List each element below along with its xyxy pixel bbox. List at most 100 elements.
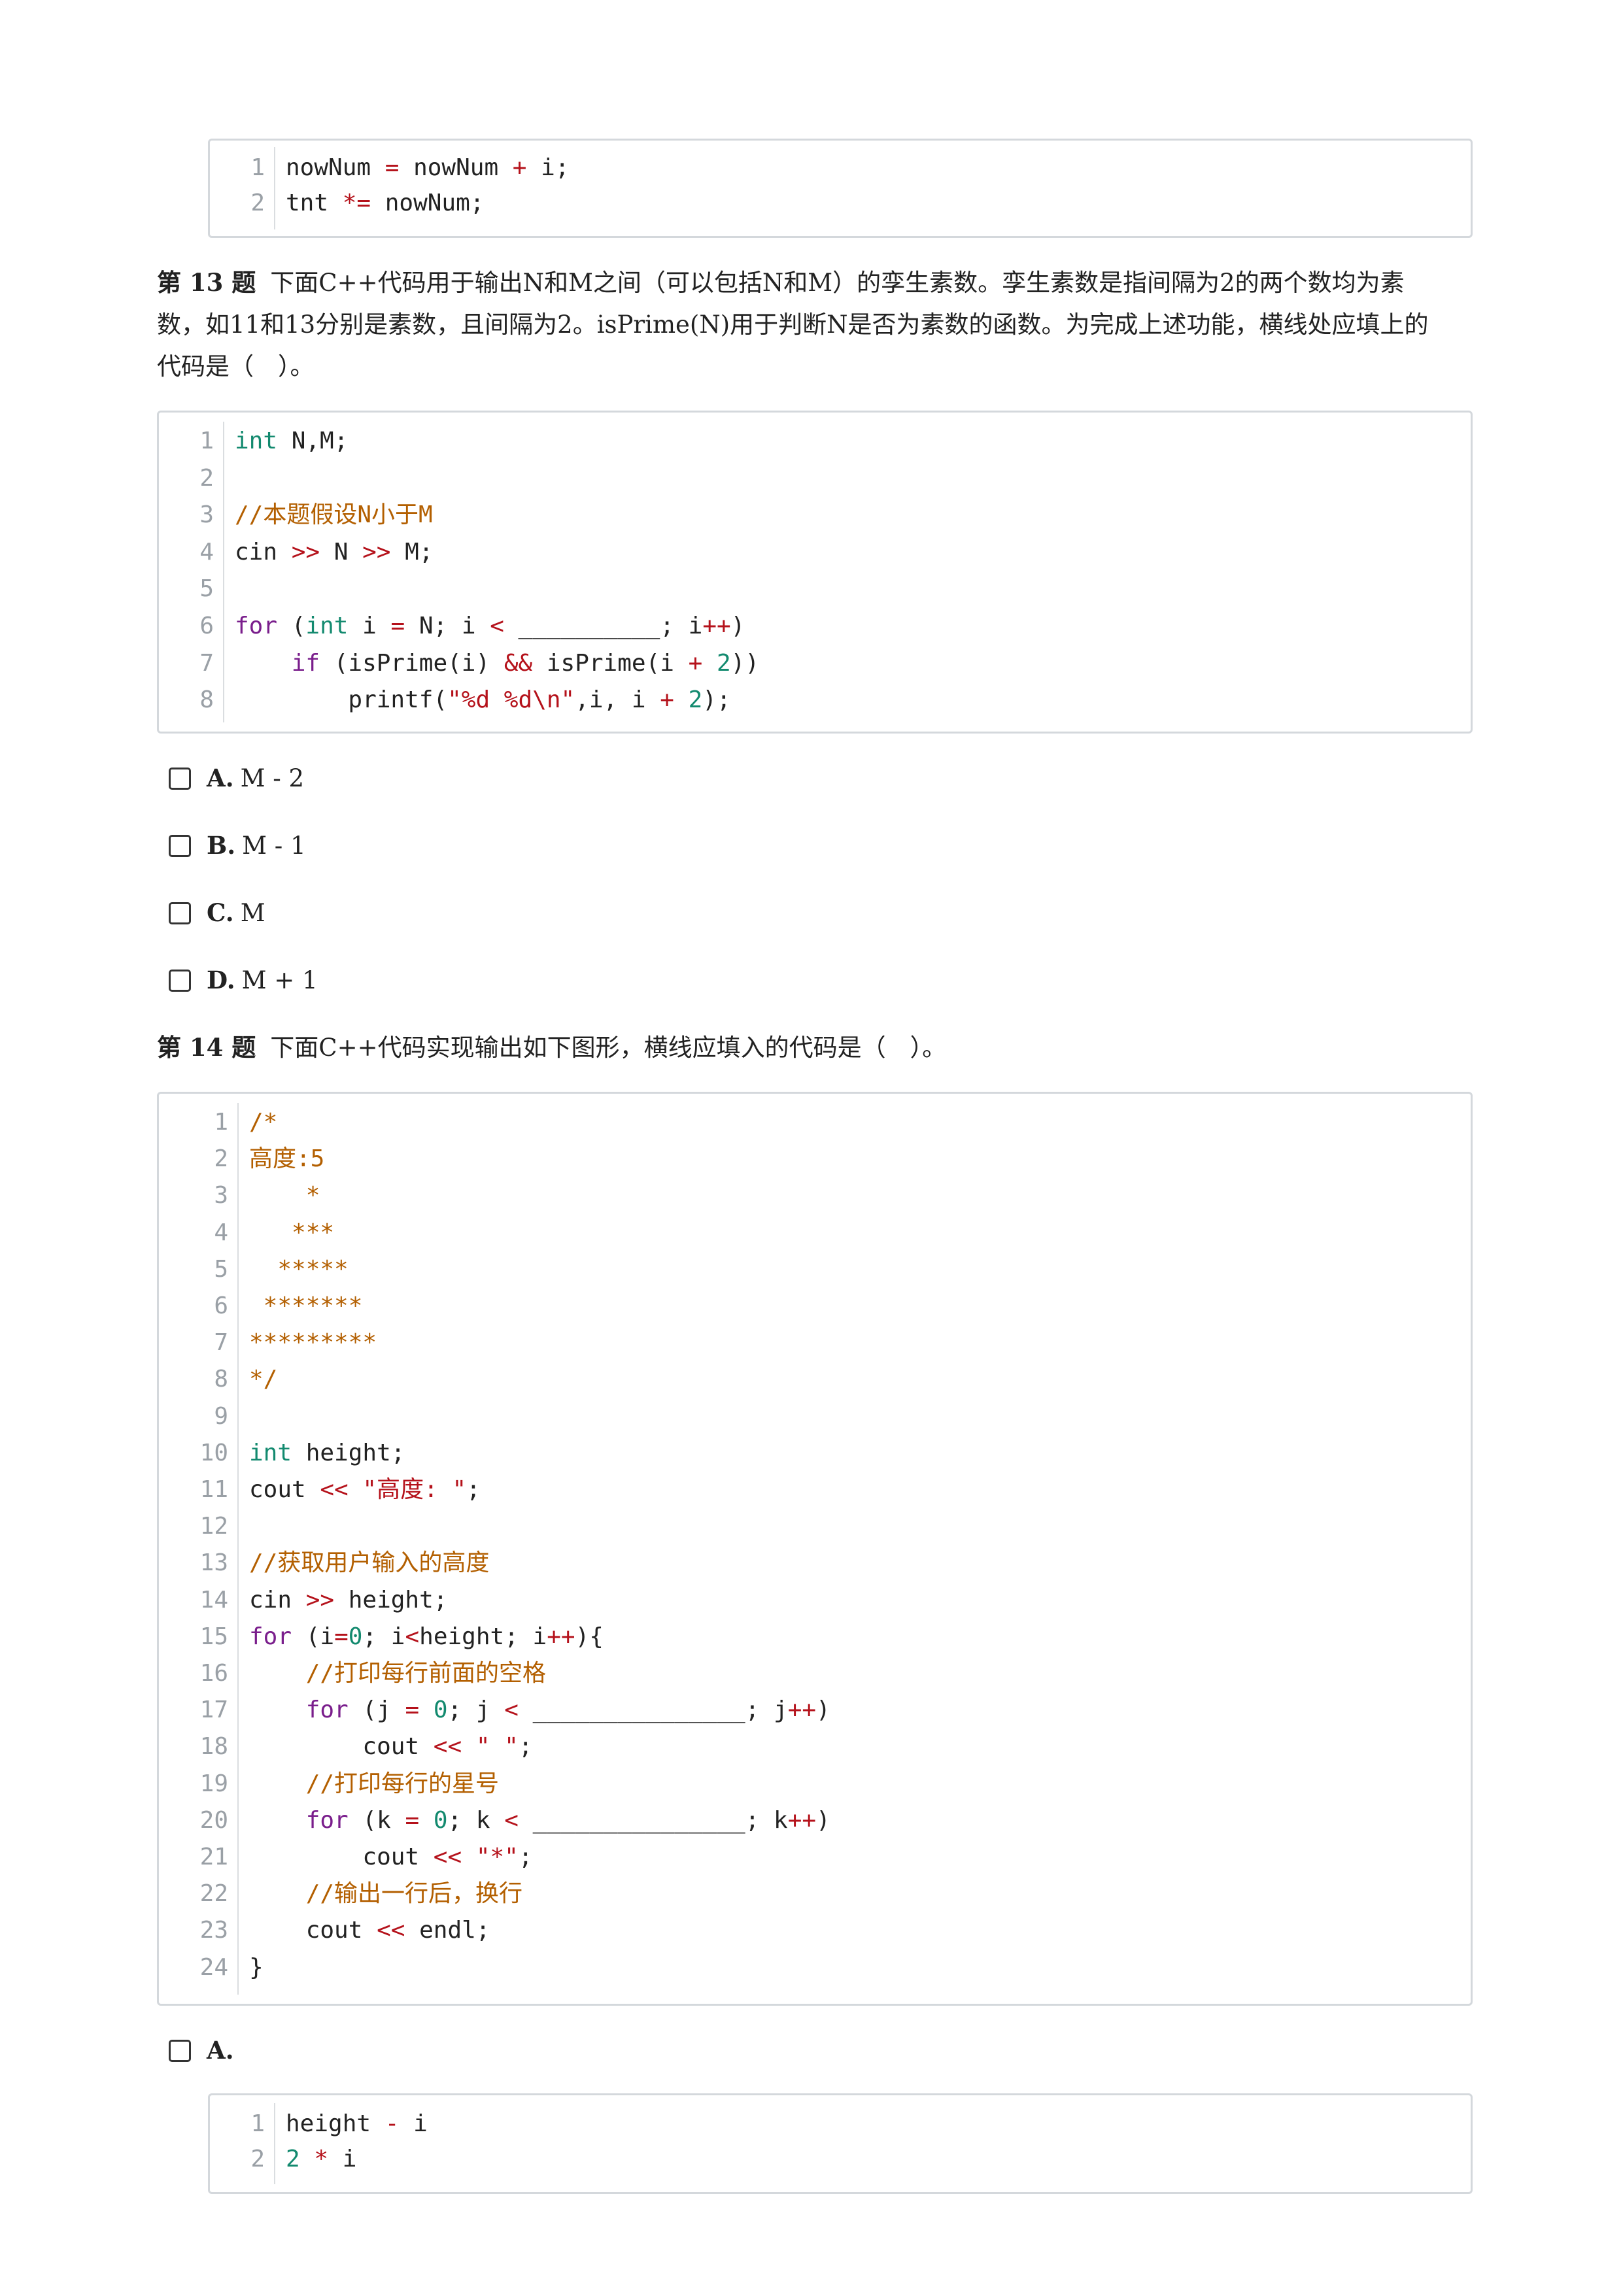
option-b-checkbox[interactable]	[169, 834, 191, 857]
code-token: nowNum	[399, 154, 513, 181]
code-text: printf("%d %d\n",i, i + 2);	[235, 682, 730, 718]
code-token: _______________; k	[518, 1806, 788, 1834]
code-token: ){	[575, 1623, 604, 1650]
code-token: //获取用户输入的高度	[249, 1549, 490, 1577]
line-number: 2	[250, 190, 265, 216]
code-line: 7 if (isPrime(i) && isPrime(i + 2))	[159, 645, 1471, 682]
option-c-checkbox[interactable]	[169, 902, 191, 924]
option-letter: C.	[207, 898, 234, 927]
code-text: cin >> N >> M;	[235, 534, 433, 571]
code-text: //输出一行后，换行	[249, 1876, 522, 1912]
code-line: 4 cin >> N >> M;	[159, 534, 1471, 571]
code-token: *****	[249, 1255, 349, 1283]
code-token: (j	[348, 1697, 405, 1724]
code-line: 3 *	[159, 1177, 1471, 1214]
line-number: 11	[199, 1476, 228, 1503]
code-token: "%d %d\n"	[447, 686, 575, 714]
code-line: 11 cout << "高度: ";	[159, 1472, 1471, 1508]
option-d-checkbox[interactable]	[169, 969, 191, 992]
code-token: /*	[249, 1109, 278, 1136]
code-token: __________; i	[504, 613, 703, 639]
code-token: ++	[787, 1806, 817, 1834]
code-token: " "	[475, 1733, 519, 1761]
code-line: 22 //输出一行后，换行	[159, 1876, 1471, 1912]
line-number: 10	[199, 1439, 228, 1466]
code-line: 21 cout << "*";	[159, 1839, 1471, 1876]
code-token: ***	[249, 1219, 335, 1246]
code-token: <<	[377, 1917, 405, 1944]
option-a-checkbox[interactable]	[169, 767, 191, 790]
option-letter: D.	[207, 966, 235, 994]
line-number: 7	[214, 1329, 228, 1357]
code-text: for (k = 0; k < _______________; k++)	[249, 1802, 830, 1839]
line-number: 1	[250, 154, 265, 181]
code-token: M;	[390, 538, 434, 566]
code-line: 1 height - i	[210, 2106, 1471, 2142]
code-token: >>	[291, 538, 320, 566]
code-token: //打印每行前面的空格	[305, 1660, 547, 1687]
code-block-q13: 1 int N,M; 2 3 //本题假设N小于M 4 cin >> N >> M; 5 6 fo…	[157, 411, 1473, 734]
code-line: 5	[159, 571, 1471, 607]
line-number: 2	[250, 2146, 265, 2172]
code-token: >>	[362, 538, 391, 566]
option-letter: A.	[207, 2036, 234, 2065]
code-token: <	[405, 1623, 420, 1650]
code-token: int	[235, 428, 278, 454]
code-text: nowNum = nowNum + i;	[286, 150, 570, 186]
code-token: cin	[235, 538, 292, 566]
code-token: //本题假设N小于M	[235, 501, 433, 529]
code-token: //打印每行的星号	[305, 1770, 500, 1797]
line-number: 23	[199, 1917, 228, 1944]
line-number: 3	[199, 501, 214, 529]
code-text: cin >> height;	[249, 1582, 447, 1619]
option-letter: B.	[207, 831, 236, 860]
code-token: ++	[702, 613, 731, 639]
code-line: 2 tnt *= nowNum;	[210, 185, 1471, 222]
option-c[interactable]: C. M	[169, 893, 265, 932]
question-number: 第 14 题	[157, 1033, 256, 1062]
line-number: 9	[214, 1402, 228, 1430]
code-line: 23 cout << endl;	[159, 1912, 1471, 1949]
code-block-q14: 1/* 2 高度:5 3 * 4 *** 5 ***** 6 ******* 7 *******…	[157, 1092, 1473, 2006]
line-number: 1	[199, 428, 214, 454]
option-a[interactable]: A. M - 2	[169, 758, 304, 798]
code-line: 8 */	[159, 1361, 1471, 1398]
line-number: 19	[199, 1770, 228, 1797]
code-token: =	[405, 1806, 420, 1834]
code-token: cout	[249, 1733, 434, 1761]
code-text: 2 * i	[286, 2141, 356, 2178]
code-text: */	[249, 1361, 277, 1398]
code-token: cout	[249, 1844, 434, 1870]
option-text: M	[240, 899, 265, 927]
question-14: 第 14 题下面C++代码实现输出如下图形，横线应填入的代码是（ ）。	[157, 1026, 1473, 1069]
code-text: cout << "*";	[249, 1839, 533, 1876]
line-number: 8	[214, 1366, 228, 1393]
line-number: 17	[199, 1697, 228, 1724]
code-line: 13 //获取用户输入的高度	[159, 1545, 1471, 1581]
code-line: 2 2 * i	[210, 2141, 1471, 2178]
option-d[interactable]: D. M + 1	[169, 960, 318, 1000]
code-line: 5 *****	[159, 1251, 1471, 1288]
code-token: ;	[518, 1844, 533, 1870]
code-text: //打印每行的星号	[249, 1766, 499, 1802]
option-a-checkbox[interactable]	[169, 2039, 191, 2062]
option-b[interactable]: B. M - 1	[169, 826, 306, 865]
line-number: 1	[250, 2110, 265, 2137]
code-line: 12	[159, 1508, 1471, 1545]
code-text: if (isPrime(i) && isPrime(i + 2))	[235, 645, 759, 682]
code-line: 20 for (k = 0; k < _______________; k++)	[159, 1802, 1471, 1839]
line-number: 5	[199, 575, 214, 603]
code-text: *******	[249, 1288, 363, 1325]
code-token: if	[291, 649, 320, 677]
code-line: 8 printf("%d %d\n",i, i + 2);	[159, 682, 1471, 718]
question-text: 下面C++代码实现输出如下图形，横线应填入的代码是（ ）。	[270, 1034, 947, 1062]
option-a[interactable]: A.	[169, 2031, 241, 2070]
code-line: 16 //打印每行前面的空格	[159, 1655, 1471, 1692]
code-token: (i	[292, 1623, 335, 1650]
code-token: ))	[730, 649, 760, 677]
